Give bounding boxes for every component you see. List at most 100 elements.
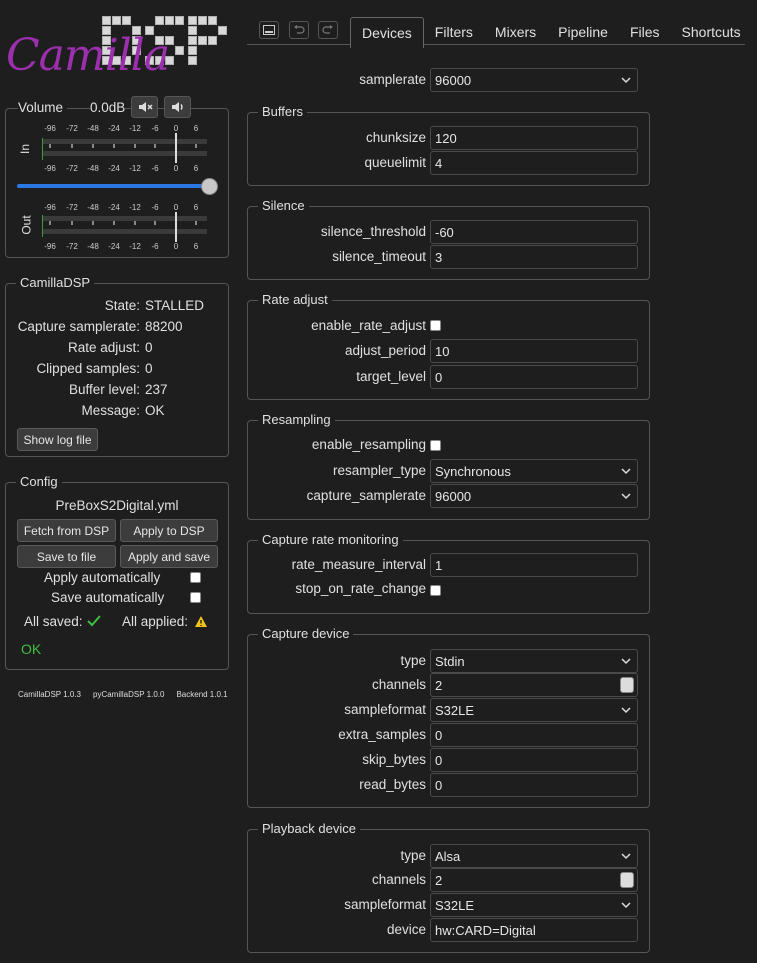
silence-timeout-input[interactable]: 3 — [430, 245, 638, 269]
chevron-down-icon — [621, 493, 631, 500]
chunksize-input[interactable]: 120 — [430, 126, 638, 150]
apply-automatically-checkbox[interactable] — [190, 572, 201, 583]
meter-tick-label: -48 — [87, 203, 99, 212]
tab-files[interactable]: Files — [619, 17, 671, 48]
save-to-file-button[interactable]: Save to file — [17, 545, 116, 568]
tab-filters[interactable]: Filters — [424, 17, 484, 48]
output-level-marker — [42, 215, 43, 237]
output-meter-bar-2 — [42, 229, 207, 234]
compact-view-button[interactable] — [259, 21, 279, 39]
input-scale-bottom: -96 -72 -48 -24 -12 -6 0 6 — [0, 164, 230, 174]
enable-resampling-label: enable_resampling — [311, 437, 426, 452]
chevron-down-icon — [621, 468, 631, 475]
meter-tick-mark — [154, 144, 156, 148]
playback-type-select[interactable]: Alsa — [430, 844, 638, 868]
status-value: 0 — [145, 361, 153, 376]
chevron-down-icon — [621, 658, 631, 665]
meter-tick-label: -72 — [66, 242, 78, 251]
enable-resampling-checkbox[interactable] — [430, 440, 441, 451]
meter-tick-label: -24 — [108, 164, 120, 173]
input-meter-bar-1 — [42, 139, 207, 144]
enable-rate-adjust-checkbox[interactable] — [430, 320, 441, 331]
adjust-period-label: adjust_period — [344, 343, 426, 358]
silence-threshold-input[interactable]: -60 — [430, 220, 638, 244]
tab-shortcuts[interactable]: Shortcuts — [671, 17, 752, 48]
read-bytes-input[interactable]: 0 — [430, 773, 638, 797]
meter-tick-label: 0 — [173, 164, 179, 173]
meter-tick-mark — [92, 144, 94, 148]
fetch-from-dsp-button[interactable]: Fetch from DSP — [17, 519, 116, 542]
volume-title: Volume — [18, 100, 68, 115]
queuelimit-input[interactable]: 4 — [430, 151, 638, 175]
status-value: STALLED — [145, 298, 205, 313]
tab-devices[interactable]: Devices — [350, 17, 424, 48]
enable-rate-adjust-label: enable_rate_adjust — [311, 318, 426, 333]
volume-slider-thumb[interactable] — [201, 178, 218, 195]
warning-icon — [195, 616, 207, 627]
camilladsp-logo: Camilla — [2, 12, 242, 92]
meter-tick-label: -6 — [151, 164, 159, 173]
capture-channels-input[interactable]: 2 — [430, 673, 638, 697]
volume-slider-track[interactable] — [17, 184, 207, 188]
meter-tick-label: -12 — [129, 242, 141, 251]
checkmark-icon — [87, 615, 101, 627]
spinner-icon[interactable] — [620, 677, 634, 693]
redo-button[interactable] — [318, 21, 338, 39]
status-key: Capture samplerate: — [17, 319, 140, 334]
undo-button[interactable] — [289, 21, 309, 39]
meter-tick-label: -24 — [108, 203, 120, 212]
meter-tick-label: -96 — [44, 124, 56, 133]
apply-to-dsp-button[interactable]: Apply to DSP — [120, 519, 218, 542]
skip-bytes-input[interactable]: 0 — [430, 748, 638, 772]
stop-on-rate-change-checkbox[interactable] — [430, 585, 441, 596]
meter-tick-label: -96 — [44, 164, 56, 173]
rate-measure-interval-input[interactable]: 1 — [430, 553, 638, 577]
output-clip-marker — [175, 212, 177, 242]
target-level-label: target_level — [356, 369, 426, 384]
show-log-button[interactable]: Show log file — [17, 428, 98, 451]
capture-samplerate-value: 96000 — [435, 489, 472, 504]
playback-sampleformat-value: S32LE — [435, 898, 475, 913]
playback-channels-input[interactable]: 2 — [430, 868, 638, 892]
playback-device-title: Playback device — [258, 821, 360, 836]
samplerate-value: 96000 — [435, 73, 472, 88]
playback-sampleformat-select[interactable]: S32LE — [430, 893, 638, 917]
capture-type-select[interactable]: Stdin — [430, 649, 638, 673]
playback-type-label: type — [400, 848, 426, 863]
samplerate-select[interactable]: 96000 — [430, 68, 638, 92]
status-key: Rate adjust: — [67, 340, 140, 355]
extra-samples-input[interactable]: 0 — [430, 723, 638, 747]
meter-tick-mark — [71, 144, 73, 148]
undo-icon — [294, 25, 305, 34]
status-key: Clipped samples: — [36, 361, 140, 376]
spinner-icon[interactable] — [620, 872, 634, 888]
mute-button[interactable] — [131, 96, 158, 118]
resampler-type-select[interactable]: Synchronous — [430, 459, 638, 483]
input-clip-marker — [175, 133, 177, 163]
unmute-button[interactable] — [164, 96, 191, 118]
tab-pipeline[interactable]: Pipeline — [547, 17, 619, 48]
capture-samplerate-select[interactable]: 96000 — [430, 484, 638, 508]
output-scale-top: -96 -72 -48 -24 -12 -6 0 6 — [0, 203, 230, 213]
input-meter-bar-2 — [42, 151, 207, 156]
capture-sampleformat-select[interactable]: S32LE — [430, 698, 638, 722]
target-level-input[interactable]: 0 — [430, 365, 638, 389]
adjust-period-input[interactable]: 10 — [430, 339, 638, 363]
chunksize-label: chunksize — [365, 130, 426, 145]
silence-timeout-label: silence_timeout — [332, 249, 426, 264]
config-filename: PreBoxS2Digital.yml — [55, 498, 179, 513]
speaker-muted-icon — [138, 102, 153, 112]
apply-and-save-button[interactable]: Apply and save — [120, 545, 218, 568]
playback-device-input[interactable]: hw:CARD=Digital — [430, 918, 638, 942]
tab-bar: Devices Filters Mixers Pipeline Files Shortcu… — [350, 17, 752, 48]
meter-tick-label: -48 — [87, 124, 99, 133]
meter-tick-label: 6 — [193, 124, 199, 133]
save-automatically-checkbox[interactable] — [190, 592, 201, 603]
output-scale-bottom: -96 -72 -48 -24 -12 -6 0 6 — [0, 242, 230, 252]
meter-tick-label: -24 — [108, 242, 120, 251]
capture-rate-monitoring-title: Capture rate monitoring — [258, 532, 403, 547]
meter-tick-label: -12 — [129, 203, 141, 212]
status-row: Message: OK — [10, 403, 240, 418]
tab-mixers[interactable]: Mixers — [484, 17, 547, 48]
playback-type-value: Alsa — [435, 849, 461, 864]
